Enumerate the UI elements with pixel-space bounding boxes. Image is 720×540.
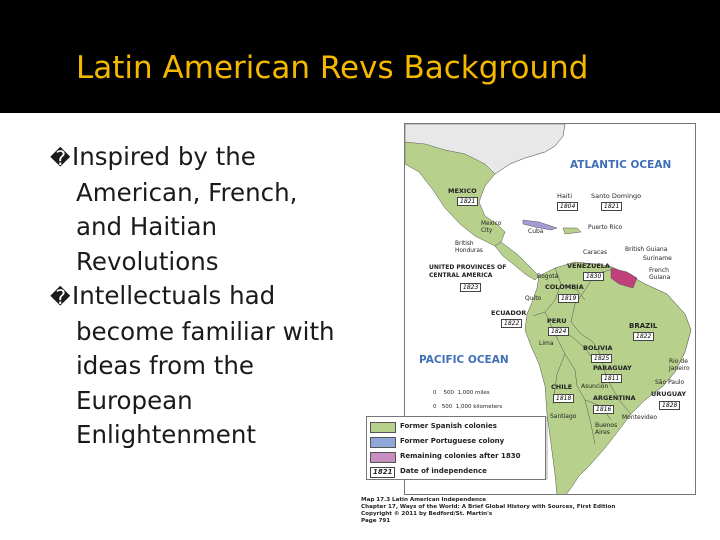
- legend-item: Remaining colonies after 1830: [370, 452, 544, 463]
- bogota-label: Bogotá: [537, 273, 559, 280]
- paraguay-year: 1811: [601, 374, 623, 383]
- bullet-marker-icon: �: [50, 285, 71, 309]
- chile-label: CHILE: [551, 383, 573, 391]
- legend-swatch-portuguese: [370, 437, 396, 448]
- scale-km: 0 500 1,000 kilometers: [433, 404, 503, 410]
- haiti-year: 1804: [557, 202, 579, 211]
- brazil-label: BRAZIL: [629, 322, 658, 330]
- pacific-ocean-label: PACIFIC OCEAN: [419, 354, 509, 366]
- colombia-year: 1819: [558, 294, 580, 303]
- legend-label: Date of independence: [400, 467, 487, 475]
- ecuador-label: ECUADOR: [491, 309, 527, 317]
- colombia-label: COLOMBIA: [545, 283, 584, 291]
- haiti-label: Haiti: [557, 192, 573, 200]
- central-america-year: 1823: [460, 283, 482, 292]
- buenos-aires-label: Buenos Aires: [595, 422, 618, 436]
- bullet-line: American, French,: [76, 177, 298, 207]
- santo-domingo-label: Santo Domingo: [591, 192, 642, 200]
- map-caption: Map 17.3 Latin American Independence Cha…: [361, 497, 615, 525]
- mexico-label: MEXICO: [448, 187, 477, 195]
- legend-item: Former Portuguese colony: [370, 437, 544, 448]
- bullet-line: European: [76, 385, 193, 415]
- bullet-line: ideas from the: [76, 351, 255, 380]
- ecuador-year: 1822: [501, 319, 523, 328]
- map-legend: Former Spanish colonies Former Portugues…: [366, 416, 546, 480]
- british-guiana-label: British Guiana: [625, 246, 668, 253]
- cuba-label: Cuba: [528, 228, 544, 235]
- caption-line: Chapter 17, Ways of the World: A Brief G…: [361, 504, 616, 510]
- legend-swatch-spanish: [370, 422, 396, 433]
- caption-line: Map 17.3 Latin American Independence: [361, 497, 487, 503]
- sao-paulo-label: São Paulo: [655, 379, 685, 386]
- legend-item: Former Spanish colonies: [370, 422, 544, 433]
- bullet-line: Enlightenment: [76, 420, 256, 449]
- bullet-marker-icon: �: [50, 146, 71, 170]
- quito-label: Quito: [525, 295, 542, 302]
- scale-miles: 0 500 1,000 miles: [433, 390, 490, 396]
- bullet-line: and Haitian: [76, 212, 218, 241]
- caracas-label: Caracas: [583, 249, 608, 256]
- suriname-label: Suriname: [643, 255, 672, 262]
- legend-label: Former Spanish colonies: [400, 422, 497, 430]
- bolivia-year: 1825: [591, 354, 613, 363]
- legend-year-box: 1821: [370, 467, 396, 478]
- bullet-item: �Intellectuals had become familiar with …: [50, 279, 380, 453]
- uruguay-label: URUGUAY: [651, 390, 687, 398]
- paraguay-label: PARAGUAY: [593, 364, 632, 372]
- santiago-label: Santiago: [550, 413, 577, 420]
- bullet-line: Revolutions: [76, 246, 219, 276]
- mexico-city-label: Mexico City: [481, 221, 502, 234]
- uruguay-year: 1828: [659, 401, 681, 410]
- rio-label: Rio de Janeiro: [669, 358, 690, 372]
- venezuela-label: VENEZUELA: [567, 262, 610, 270]
- bullet-list: �Inspired by the American, French, and H…: [50, 140, 380, 453]
- santo-domingo-year: 1821: [601, 202, 623, 211]
- bullet-line: become familiar with: [76, 316, 335, 346]
- caption-line: Page 791: [361, 518, 391, 524]
- legend-item: 1821 Date of independence: [370, 467, 544, 478]
- legend-label: Former Portuguese colony: [400, 437, 505, 445]
- lima-label: Lima: [539, 340, 554, 347]
- puerto-rico-label: Puerto Rico: [588, 224, 623, 231]
- french-guiana-label: French Guiana: [649, 267, 671, 281]
- caption-line: Copyright © 2011 by Bedford/St. Martin's: [361, 511, 493, 517]
- hispaniola-land: [562, 227, 582, 235]
- bullet-item: �Inspired by the American, French, and H…: [50, 140, 380, 279]
- bolivia-label: BOLIVIA: [583, 344, 613, 352]
- peru-year: 1824: [548, 327, 570, 336]
- bullet-line: Intellectuals had: [72, 281, 276, 310]
- atlantic-ocean-label: ATLANTIC OCEAN: [570, 159, 672, 171]
- argentina-label: ARGENTINA: [593, 394, 636, 402]
- asuncion-label: Asunción: [581, 383, 609, 390]
- mexico-year: 1821: [457, 197, 479, 206]
- venezuela-year: 1830: [583, 272, 605, 281]
- peru-label: PERU: [547, 317, 567, 325]
- brazil-year: 1822: [633, 332, 655, 341]
- montevideo-label: Montevideo: [622, 414, 658, 421]
- slide-title: Latin American Revs Background: [76, 50, 589, 86]
- argentina-year: 1816: [593, 405, 615, 414]
- chile-year: 1818: [553, 394, 575, 403]
- bullet-line: Inspired by the: [72, 142, 256, 171]
- british-honduras-label: British Honduras: [455, 241, 483, 254]
- legend-swatch-remaining: [370, 452, 396, 463]
- central-america-label: UNITED PROVINCES OF CENTRAL AMERICA: [429, 264, 507, 279]
- legend-label: Remaining colonies after 1830: [400, 452, 521, 460]
